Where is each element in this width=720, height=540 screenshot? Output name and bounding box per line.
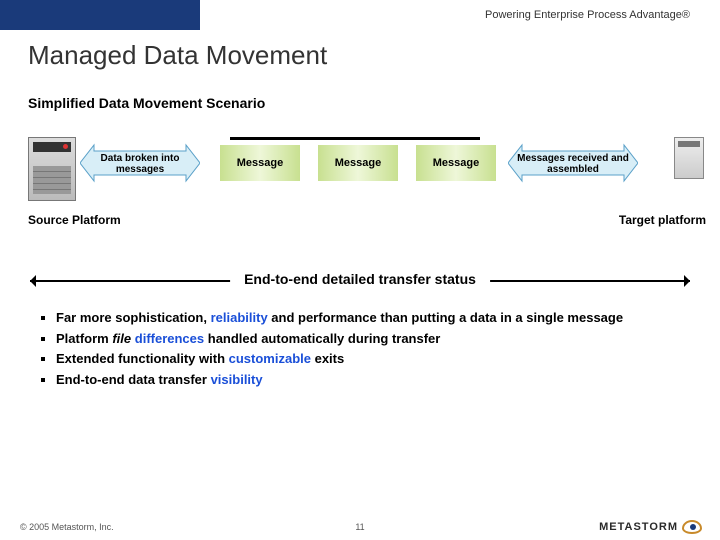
break-arrow: Data broken into messages	[80, 141, 200, 185]
highlight: customizable	[229, 351, 311, 366]
source-label: Source Platform	[28, 213, 121, 227]
diagram: Data broken into messages Message Messag…	[10, 131, 710, 261]
highlight: differences	[135, 331, 204, 346]
message-1: Message	[220, 145, 300, 181]
highlight: visibility	[211, 372, 263, 387]
list-item: Far more sophistication, reliability and…	[56, 309, 680, 327]
subtitle: Simplified Data Movement Scenario	[0, 77, 720, 119]
text: Far more sophistication,	[56, 310, 211, 325]
target-server-icon	[674, 137, 704, 179]
pipe-line	[230, 137, 480, 140]
message-2: Message	[318, 145, 398, 181]
brand-logo: METASTORM	[599, 520, 702, 534]
brand-text: METASTORM	[599, 521, 678, 533]
copyright: © 2005 Metastorm, Inc.	[20, 522, 114, 532]
page-number: 11	[355, 522, 364, 532]
target-label: Target platform	[619, 213, 706, 227]
message-3: Message	[416, 145, 496, 181]
list-item: Platform file differences handled automa…	[56, 330, 680, 348]
assemble-arrow: Messages received and assembled	[508, 141, 638, 185]
source-server-icon	[28, 137, 76, 201]
eye-icon	[682, 520, 702, 534]
status-text: End-to-end detailed transfer status	[230, 271, 490, 287]
assemble-label: Messages received and assembled	[508, 153, 638, 175]
header-blue-block	[0, 0, 200, 30]
list-item: End-to-end data transfer visibility	[56, 371, 680, 389]
highlight: reliability	[211, 310, 268, 325]
list-item: Extended functionality with customizable…	[56, 350, 680, 368]
status-bar: End-to-end detailed transfer status	[30, 271, 690, 289]
text: and performance than putting a data in a…	[268, 310, 623, 325]
break-label: Data broken into messages	[80, 153, 200, 175]
text: exits	[311, 351, 344, 366]
emphasis: file	[112, 331, 131, 346]
text: Platform	[56, 331, 112, 346]
text: handled automatically during transfer	[204, 331, 440, 346]
header-bar: Powering Enterprise Process Advantage®	[0, 0, 720, 30]
bullet-list: Far more sophistication, reliability and…	[0, 303, 720, 388]
text: Extended functionality with	[56, 351, 229, 366]
tagline: Powering Enterprise Process Advantage®	[200, 0, 720, 30]
text: End-to-end data transfer	[56, 372, 211, 387]
page-title: Managed Data Movement	[0, 30, 720, 77]
